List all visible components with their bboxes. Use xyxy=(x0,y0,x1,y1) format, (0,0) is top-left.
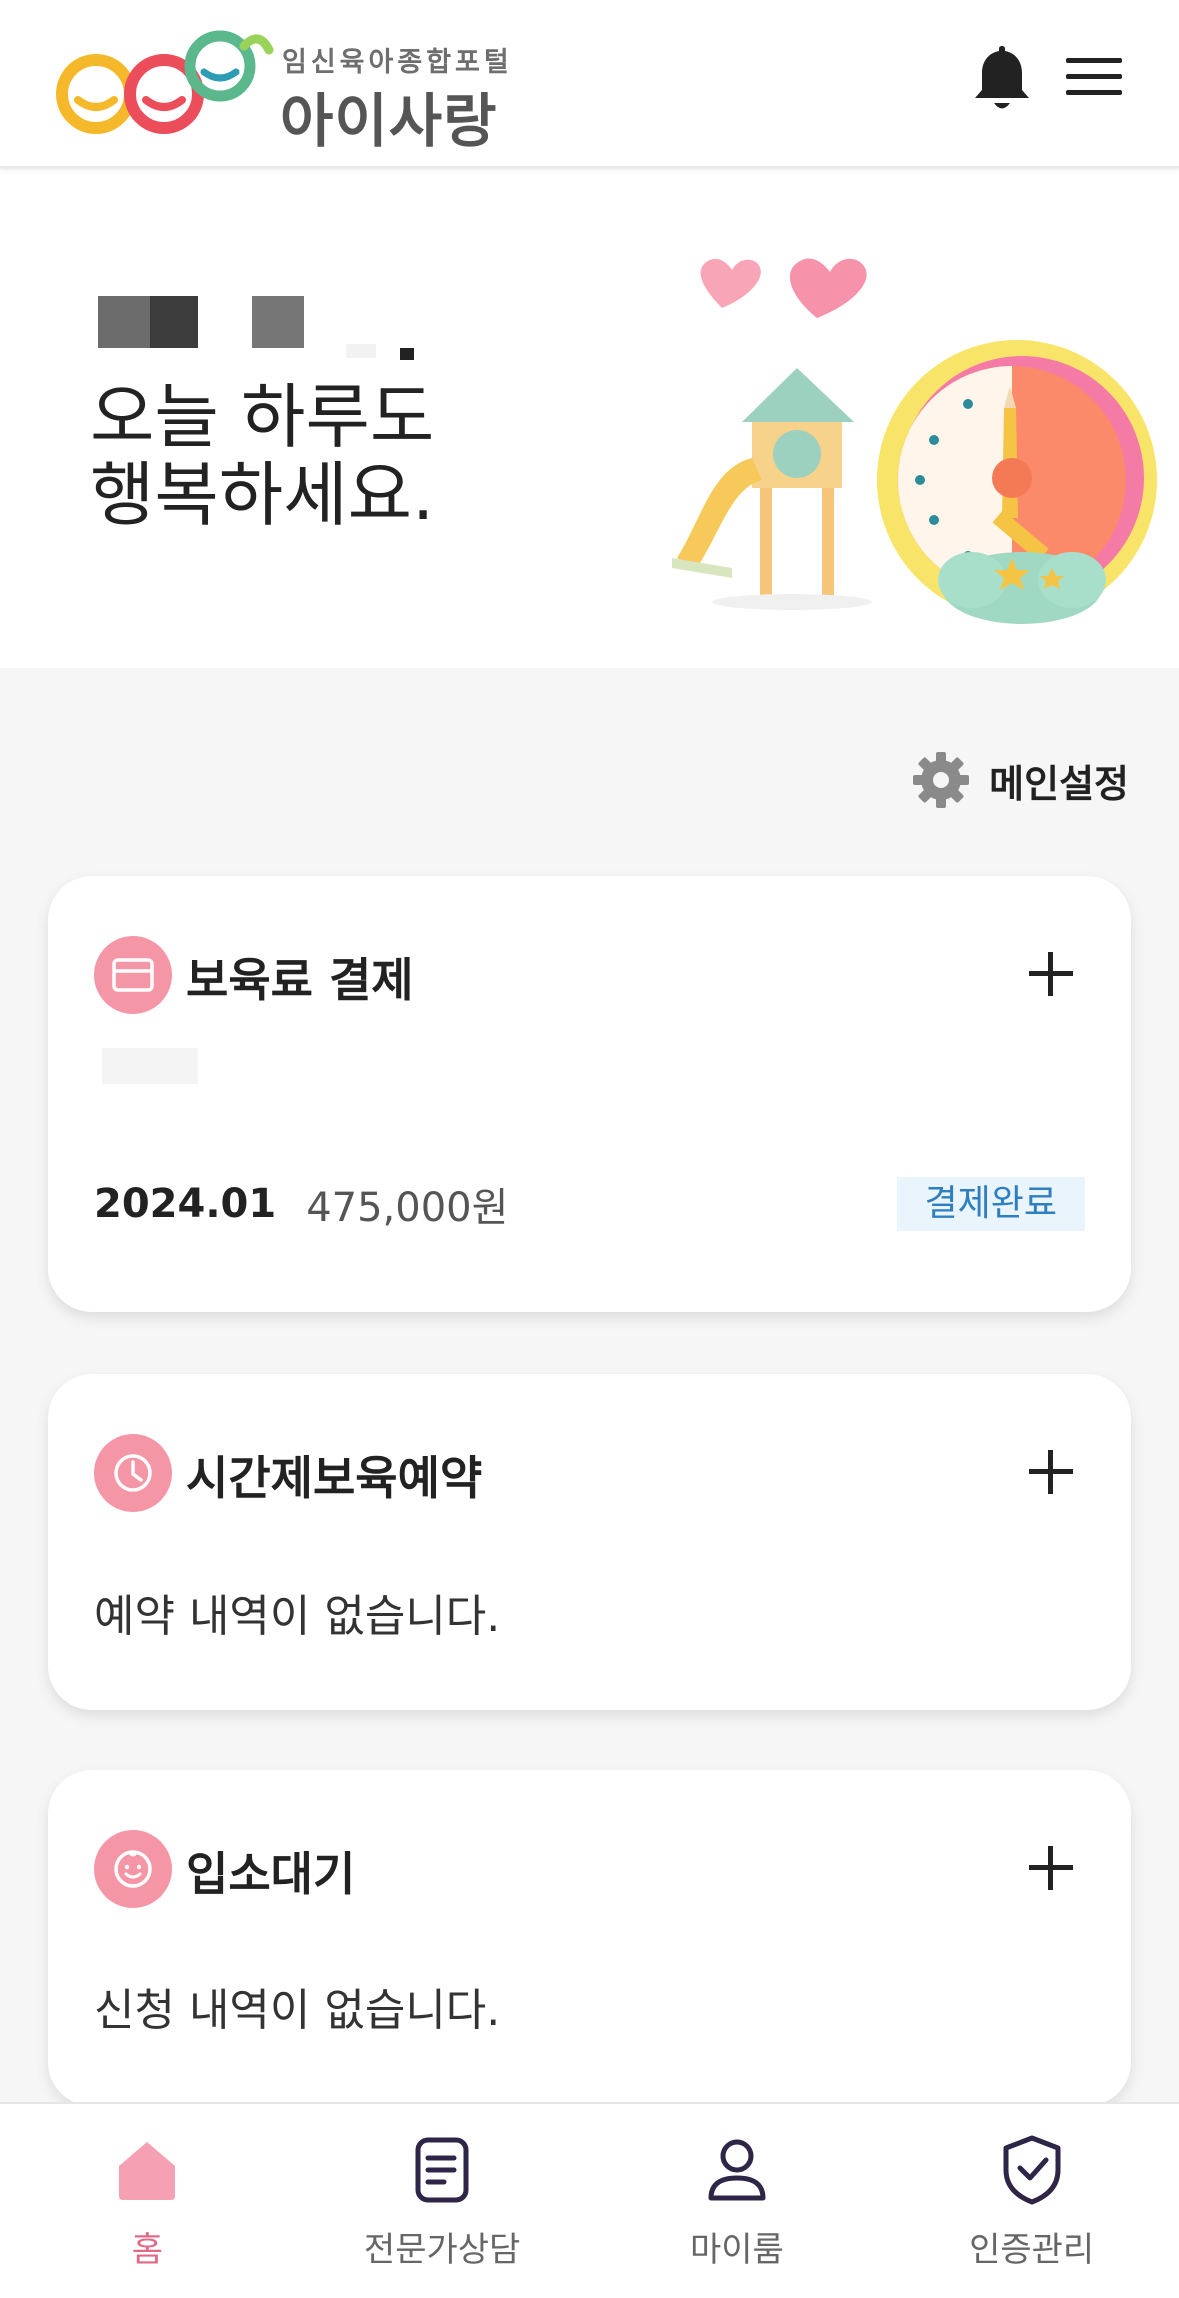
waitlist-card-title: 입소대기 xyxy=(186,1847,356,1901)
plus-icon[interactable] xyxy=(1023,1444,1079,1500)
hourly-care-card[interactable]: 시간제보육예약 예약 내역이 없습니다. xyxy=(48,1374,1131,1710)
nav-item-home[interactable]: 홈 xyxy=(0,2104,295,2298)
nav-item-expert-consult[interactable]: 전문가상담 xyxy=(295,2104,590,2298)
plus-icon[interactable] xyxy=(1023,1840,1079,1896)
logo-title: 아이사랑 xyxy=(280,87,498,155)
home-icon xyxy=(119,2142,176,2200)
plus-icon[interactable] xyxy=(1023,946,1079,1002)
greeting-text: 오늘 하루도 행복하세요. xyxy=(90,378,434,534)
baby-face-icon xyxy=(94,1830,172,1908)
payment-card[interactable]: 보육료 결제 2024.01 475,000원 결제완료 xyxy=(48,876,1131,1312)
gear-icon xyxy=(913,752,970,808)
nav-item-my-room[interactable]: 마이룸 xyxy=(590,2104,885,2298)
payment-status-badge: 결제완료 xyxy=(896,1177,1085,1231)
main-settings-button[interactable]: 메인설정 xyxy=(911,748,1129,812)
greeting-line-1: 오늘 하루도 xyxy=(90,376,435,458)
bottom-navigation: 홈 전문가상담 마이룸 인증관리 xyxy=(0,2102,1179,2298)
app-header: 임신육아종합포털 아이사랑 xyxy=(0,0,1179,168)
greeting-line-2: 행복하세요. xyxy=(90,454,435,536)
hero-banner: 오늘 하루도 행복하세요. xyxy=(0,170,1179,668)
waitlist-empty-message: 신청 내역이 없습니다. xyxy=(94,1985,501,2036)
credit-card-icon xyxy=(94,936,172,1014)
redacted-info xyxy=(102,1048,198,1084)
waitlist-card[interactable]: 입소대기 신청 내역이 없습니다. xyxy=(48,1770,1131,2106)
nav-label-certification: 인증관리 xyxy=(969,2230,1095,2270)
nav-label-expert-consult: 전문가상담 xyxy=(363,2230,521,2270)
user-name-redacted xyxy=(98,296,428,368)
hamburger-menu-icon[interactable] xyxy=(1062,52,1126,102)
logo[interactable]: 임신육아종합포털 아이사랑 xyxy=(44,20,514,155)
clock-icon xyxy=(94,1434,172,1512)
logo-mark-icon xyxy=(56,30,274,134)
nav-label-my-room: 마이룸 xyxy=(689,2230,784,2270)
person-icon xyxy=(708,2139,766,2201)
hourly-card-title: 시간제보육예약 xyxy=(186,1451,483,1505)
payment-amount: 475,000원 xyxy=(306,1185,509,1231)
payment-card-title: 보육료 결제 xyxy=(186,953,414,1007)
bell-icon[interactable] xyxy=(970,40,1034,116)
playground-clock-illustration xyxy=(672,258,1157,624)
document-icon xyxy=(415,2137,469,2203)
payment-row[interactable]: 2024.01 475,000원 결제완료 xyxy=(94,1176,1085,1232)
shield-check-icon xyxy=(1003,2135,1061,2205)
nav-label-home: 홈 xyxy=(131,2230,164,2270)
hourly-empty-message: 예약 내역이 없습니다. xyxy=(94,1591,501,1642)
nav-item-certification[interactable]: 인증관리 xyxy=(884,2104,1179,2298)
payment-month: 2024.01 xyxy=(94,1181,277,1227)
main-settings-label: 메인설정 xyxy=(989,761,1129,806)
